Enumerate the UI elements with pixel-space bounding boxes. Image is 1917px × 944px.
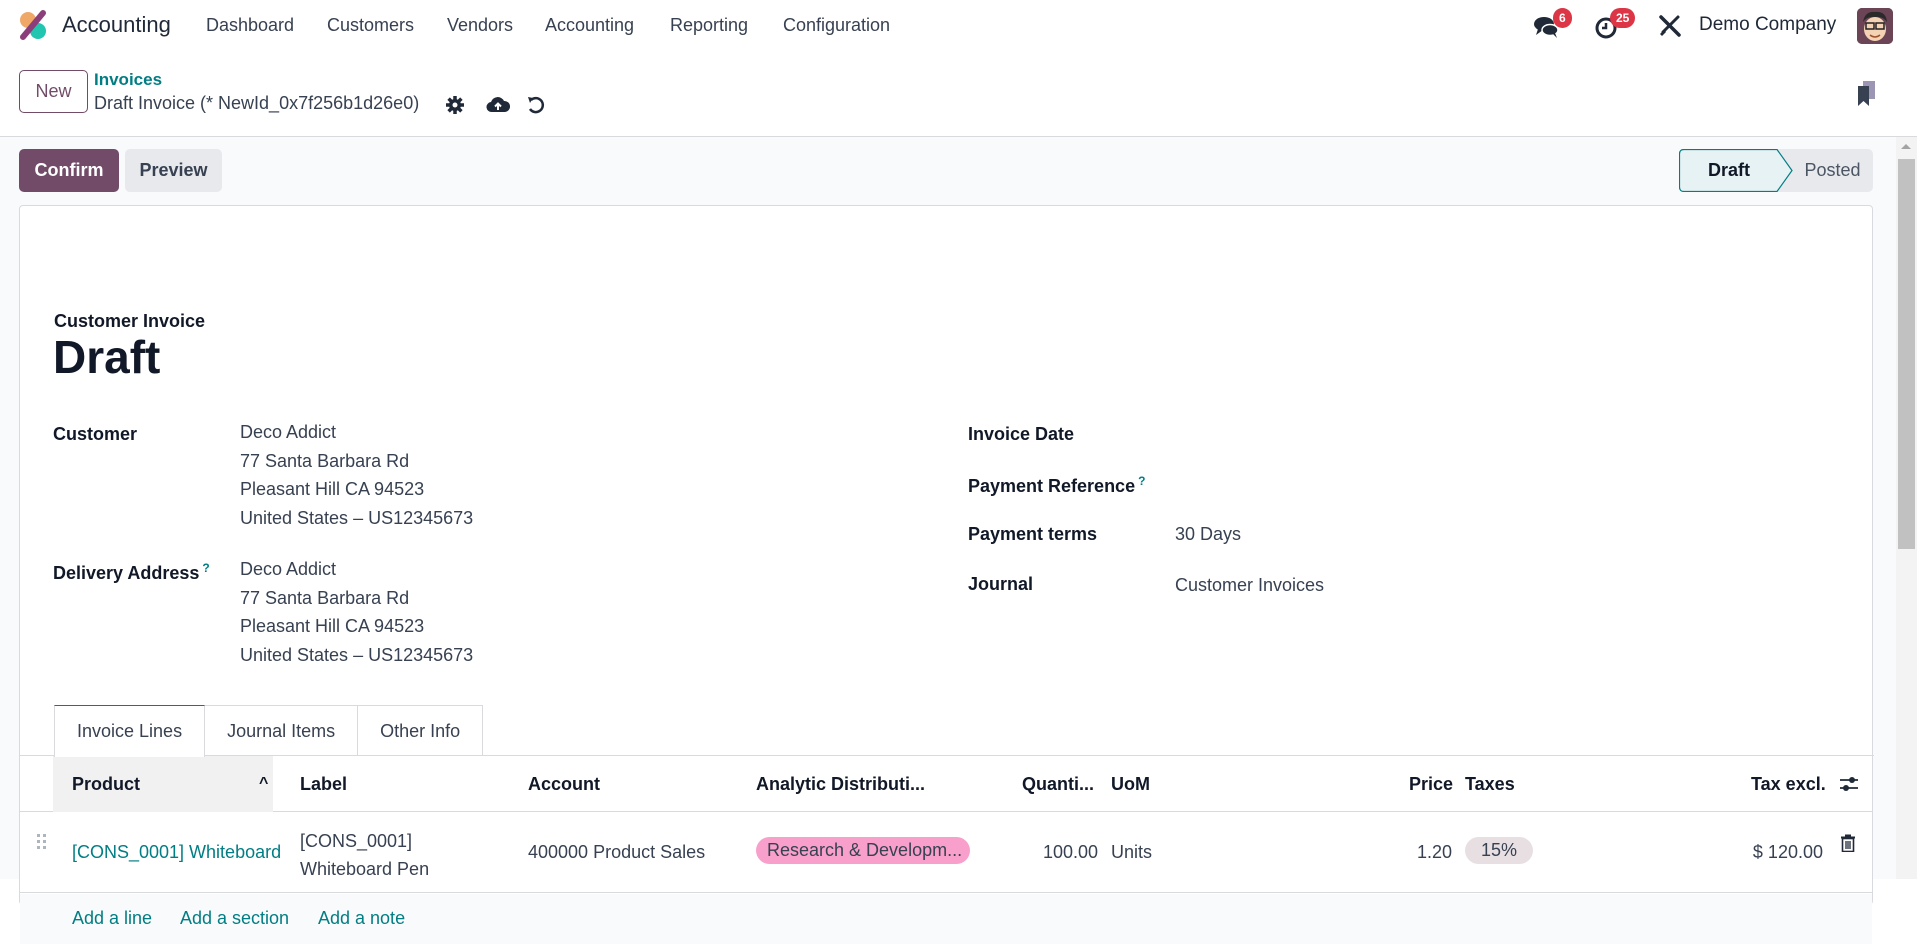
delivery-address-field[interactable]: Deco Addict 77 Santa Barbara Rd Pleasant… <box>240 555 473 669</box>
invoice-line-row[interactable]: [CONS_0001] Whiteboard [CONS_0001] White… <box>20 813 1872 893</box>
bookmark-icon[interactable] <box>1855 80 1877 108</box>
vertical-scrollbar[interactable] <box>1896 137 1917 879</box>
column-tax-excl[interactable]: Tax excl. <box>1751 756 1826 812</box>
column-label[interactable]: Label <box>300 756 347 812</box>
payment-terms-field[interactable]: 30 Days <box>1175 520 1241 549</box>
column-quantity[interactable]: Quanti... <box>1022 756 1094 812</box>
sort-ascending-icon[interactable]: ^ <box>259 756 268 812</box>
column-taxes[interactable]: Taxes <box>1465 756 1515 812</box>
journal-field[interactable]: Customer Invoices <box>1175 571 1324 600</box>
line-account[interactable]: 400000 Product Sales <box>528 842 705 863</box>
scroll-up-arrow-icon[interactable] <box>1901 144 1911 149</box>
user-avatar[interactable] <box>1857 8 1893 44</box>
new-button[interactable]: New <box>19 70 88 113</box>
invoice-date-label: Invoice Date <box>968 424 1075 444</box>
add-line-row: Add a line Add a section Add a note <box>20 894 1872 944</box>
analytic-distribution-tag[interactable]: Research & Developm... <box>756 837 970 864</box>
save-cloud-icon[interactable] <box>486 94 510 116</box>
status-bar: Draft Posted <box>1679 149 1873 192</box>
menu-accounting[interactable]: Accounting <box>545 15 634 36</box>
journal-label: Journal <box>968 574 1034 594</box>
preview-button[interactable]: Preview <box>125 149 222 192</box>
top-navbar: Accounting Dashboard Customers Vendors A… <box>0 0 1917 54</box>
delivery-address-label-text: Delivery Address <box>53 563 200 583</box>
status-draft[interactable]: Draft <box>1679 149 1779 192</box>
record-title: Draft Invoice (* NewId_0x7f256b1d26e0) <box>94 93 420 113</box>
delivery-country-vat: United States – US12345673 <box>240 644 474 665</box>
user-avatar-icon <box>1857 8 1893 44</box>
line-label[interactable]: [CONS_0001] Whiteboard Pen <box>300 827 429 883</box>
line-price[interactable]: 1.20 <box>1400 842 1452 863</box>
customer-street: 77 Santa Barbara Rd <box>240 450 410 471</box>
line-uom[interactable]: Units <box>1111 842 1152 863</box>
customer-name: Deco Addict <box>240 422 337 442</box>
delivery-city: Pleasant Hill CA 94523 <box>240 616 425 636</box>
add-note-link[interactable]: Add a note <box>318 908 405 929</box>
drag-handle-icon[interactable] <box>36 833 48 851</box>
scrollbar-thumb[interactable] <box>1898 159 1915 549</box>
column-price[interactable]: Price <box>1409 756 1453 812</box>
tax-tag[interactable]: 15% <box>1465 837 1534 864</box>
payment-reference-label-text: Payment Reference <box>968 476 1136 496</box>
payment-reference-label: Payment Reference? <box>968 474 1145 497</box>
menu-configuration[interactable]: Configuration <box>783 15 890 36</box>
column-product[interactable]: Product <box>72 756 140 812</box>
line-label-line1: [CONS_0001] <box>300 831 413 851</box>
tab-other-info[interactable]: Other Info <box>357 705 484 756</box>
activities-badge: 25 <box>1610 8 1636 28</box>
line-subtotal: $ 120.00 <box>1752 842 1823 862</box>
delivery-name: Deco Addict <box>240 559 337 579</box>
menu-reporting[interactable]: Reporting <box>670 15 748 36</box>
optional-columns-toggle-icon[interactable] <box>1839 774 1859 794</box>
delete-line-trash-icon[interactable] <box>1840 834 1856 852</box>
app-name[interactable]: Accounting <box>62 12 171 38</box>
control-panel: New Invoices Draft Invoice (* NewId_0x7f… <box>0 54 1917 137</box>
debug-tools-icon[interactable] <box>1656 12 1684 40</box>
line-quantity[interactable]: 100.00 <box>1042 842 1098 863</box>
invoice-date-input[interactable] <box>1175 418 1775 446</box>
invoice-status-title: Draft <box>53 331 161 383</box>
status-posted[interactable]: Posted <box>1792 149 1873 192</box>
customer-country-vat: United States – US12345673 <box>240 507 474 528</box>
payment-terms-label: Payment terms <box>968 524 1098 544</box>
discard-undo-icon[interactable] <box>525 94 547 116</box>
tab-journal-items[interactable]: Journal Items <box>204 705 359 756</box>
company-switcher[interactable]: Demo Company <box>1699 14 1836 36</box>
notebook-tabs: Invoice Lines Journal Items Other Info <box>54 705 484 757</box>
accounting-app-logo-icon[interactable] <box>18 10 48 40</box>
help-tooltip-icon[interactable]: ? <box>1138 474 1145 488</box>
tab-invoice-lines[interactable]: Invoice Lines <box>54 705 206 757</box>
payment-reference-input[interactable] <box>1175 468 1775 496</box>
column-uom[interactable]: UoM <box>1111 756 1150 812</box>
invoice-sheet: Customer Invoice Draft Customer Deco Add… <box>19 205 1874 944</box>
line-product[interactable]: [CONS_0001] Whiteboard <box>72 842 281 863</box>
add-section-link[interactable]: Add a section <box>180 908 289 929</box>
column-analytic-distribution[interactable]: Analytic Distributi... <box>756 756 925 812</box>
menu-dashboard[interactable]: Dashboard <box>206 15 294 36</box>
confirm-button[interactable]: Confirm <box>19 149 119 192</box>
menu-vendors[interactable]: Vendors <box>447 15 513 36</box>
delivery-street: 77 Santa Barbara Rd <box>240 587 410 608</box>
invoice-lines-header: Product ^ Label Account Analytic Distrib… <box>20 756 1872 812</box>
menu-customers[interactable]: Customers <box>327 15 414 36</box>
messages-badge: 6 <box>1553 8 1572 28</box>
form-view: Confirm Preview Draft Posted Customer In… <box>0 137 1896 944</box>
breadcrumb-invoices[interactable]: Invoices <box>94 70 162 90</box>
customer-city: Pleasant Hill CA 94523 <box>240 479 425 499</box>
gear-icon[interactable] <box>444 94 466 116</box>
customer-label: Customer <box>53 424 138 444</box>
add-line-link[interactable]: Add a line <box>72 908 152 929</box>
column-account[interactable]: Account <box>528 756 600 812</box>
help-tooltip-icon[interactable]: ? <box>202 561 209 575</box>
delivery-address-label: Delivery Address? <box>53 561 210 584</box>
customer-field[interactable]: Deco Addict 77 Santa Barbara Rd Pleasant… <box>240 418 473 532</box>
invoice-type-label: Customer Invoice <box>54 311 206 331</box>
